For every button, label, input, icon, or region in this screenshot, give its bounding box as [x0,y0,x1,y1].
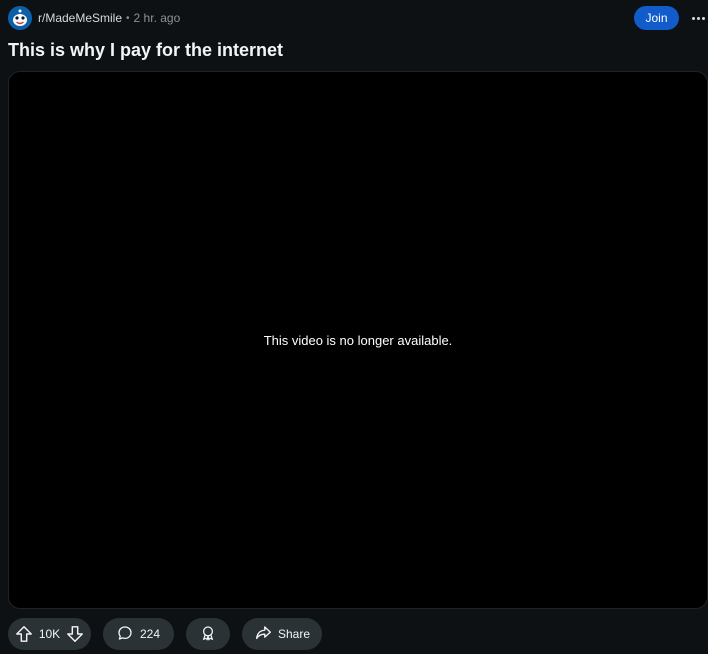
post-header: r/MadeMeSmile • 2 hr. ago Join [8,6,708,30]
comment-count: 224 [140,627,161,641]
join-button[interactable]: Join [634,6,679,30]
subreddit-name[interactable]: r/MadeMeSmile [38,11,122,25]
share-button[interactable]: Share [242,618,322,650]
vote-count: 10K [38,627,61,641]
comment-icon [117,625,133,644]
upvote-icon[interactable] [14,624,34,644]
vote-group: 10K [8,618,91,650]
more-options-icon[interactable] [688,6,708,30]
post-card: r/MadeMeSmile • 2 hr. ago Join This is w… [0,0,708,654]
share-label: Share [278,627,311,641]
award-icon [200,625,216,644]
comments-button[interactable]: 224 [103,618,174,650]
award-button[interactable] [186,618,230,650]
subreddit-avatar-icon[interactable] [8,6,32,30]
video-player[interactable]: This video is no longer available. [8,71,708,609]
downvote-icon[interactable] [65,624,85,644]
post-action-bar: 10K 224 Share [8,618,322,650]
share-icon [255,624,272,644]
post-title[interactable]: This is why I pay for the internet [8,40,283,61]
post-timestamp: 2 hr. ago [133,11,181,25]
video-unavailable-message: This video is no longer available. [263,332,453,348]
separator-dot: • [126,12,130,24]
